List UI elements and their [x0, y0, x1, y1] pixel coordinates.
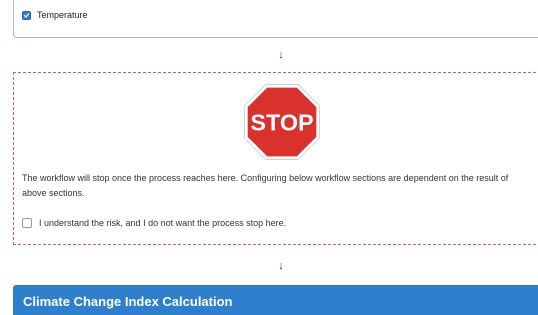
temperature-label: Temperature	[37, 10, 88, 20]
flow-arrow-icon: ↓	[278, 49, 284, 61]
risk-checkbox[interactable]	[22, 218, 32, 228]
flow-arrow-icon: ↓	[278, 260, 284, 272]
checkmark-icon	[23, 12, 30, 18]
parameter-card	[13, 0, 538, 38]
risk-checkbox-label: I understand the risk, and I do not want…	[39, 218, 287, 228]
stop-description: The workflow will stop once the process …	[22, 173, 509, 198]
stop-sign-text: STOP	[250, 110, 313, 136]
temperature-checkbox[interactable]	[22, 10, 31, 20]
risk-option[interactable]: I understand the risk, and I do not want…	[22, 218, 286, 228]
stop-sign-icon: STOP	[244, 84, 320, 160]
section-title: Climate Change Index Calculation	[23, 294, 233, 309]
temperature-option[interactable]: Temperature	[22, 10, 88, 20]
